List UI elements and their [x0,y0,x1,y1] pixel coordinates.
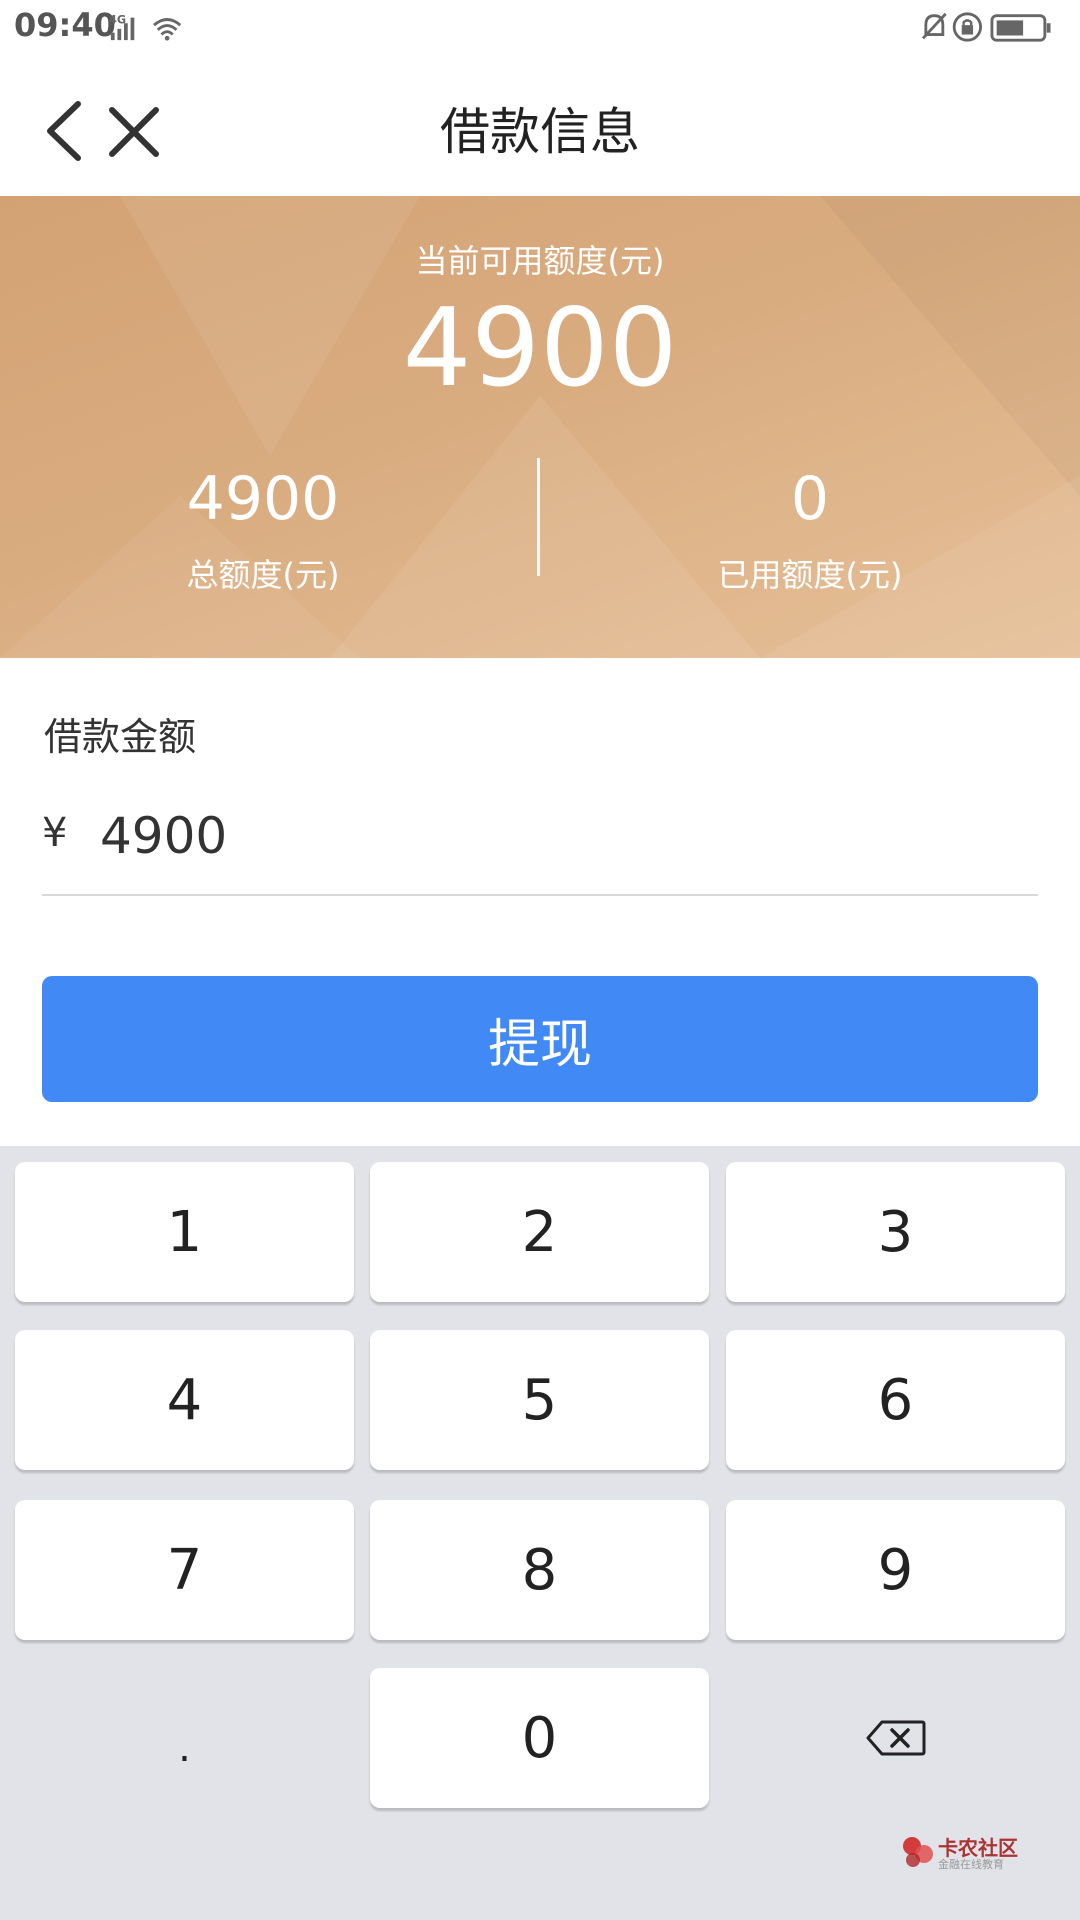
signal-wifi-icon: 4G [109,13,182,41]
key-3[interactable]: 3 [726,1162,1065,1302]
loan-amount-label: 借款金额 [44,715,197,759]
status-right-icons [921,12,1051,42]
key-6[interactable]: 6 [726,1330,1065,1470]
key-1[interactable]: 1 [15,1162,354,1302]
used-quota-value: 0 [790,464,830,534]
quota-banner: 当前可用额度(元) 4900 4900 总额度(元) 0 已用额度(元) [0,196,1080,658]
used-quota-label: 已用额度(元) [717,556,903,594]
key-2[interactable]: 2 [370,1162,709,1302]
total-quota-label: 总额度(元) [186,556,340,594]
mute-bell-icon [921,12,947,40]
key-5[interactable]: 5 [370,1330,709,1470]
watermark-logo-icon [903,1837,933,1867]
key-9[interactable]: 9 [726,1500,1065,1640]
numeric-keypad: 1 2 3 4 5 6 7 8 9 . 0 [0,1146,1080,1920]
key-7[interactable]: 7 [15,1500,354,1640]
battery-icon [990,14,1051,42]
status-bar: 09:40 4G [0,0,1080,56]
currency-symbol: ¥ [42,810,68,856]
loan-amount-input[interactable] [100,796,1030,876]
key-decimal[interactable]: . [15,1668,354,1808]
key-8[interactable]: 8 [370,1500,709,1640]
nav-bar: 借款信息 [0,56,1080,196]
total-quota-value: 4900 [186,464,340,534]
key-0[interactable]: 0 [370,1668,709,1808]
status-time: 09:40 [14,6,116,44]
available-quota-value: 4900 [402,286,678,411]
withdraw-button[interactable]: 提现 [42,976,1038,1102]
rotation-lock-icon [952,12,983,42]
page-title: 借款信息 [440,103,640,161]
network-type-label: 4G [109,13,126,26]
backspace-icon [866,1720,925,1756]
available-quota-label: 当前可用额度(元) [415,242,665,280]
amount-underline [42,894,1038,896]
backspace-key[interactable] [726,1668,1065,1808]
watermark-subtext: 金融在线教育 [938,1858,1004,1871]
key-4[interactable]: 4 [15,1330,354,1470]
